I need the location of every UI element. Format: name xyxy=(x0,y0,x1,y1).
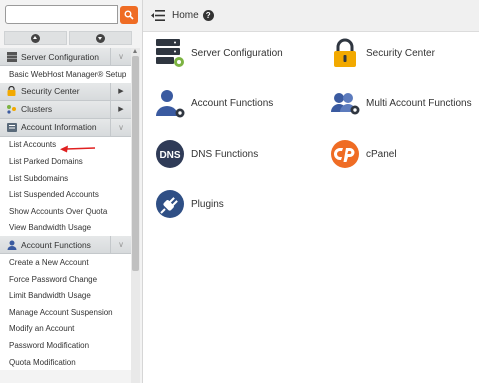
chevron-right-icon[interactable]: ▶ xyxy=(110,82,131,100)
expand-down-icon xyxy=(96,33,105,43)
tile-server-configuration[interactable]: Server Configuration xyxy=(155,38,283,68)
tile-cpanel[interactable]: cPanel xyxy=(330,139,397,169)
breadcrumb-home[interactable]: Home xyxy=(172,10,199,21)
sidebar-item-list-suspended-accounts[interactable]: List Suspended Accounts xyxy=(0,186,131,203)
tile-plugins[interactable]: Plugins xyxy=(155,189,224,219)
nav-category-label: Account Functions xyxy=(21,239,91,250)
top-bar: Home ? xyxy=(143,0,479,32)
nav-category-label: Account Information xyxy=(21,122,97,133)
scroll-up-icon[interactable] xyxy=(133,49,137,53)
tile-dns-functions[interactable]: DNS DNS Functions xyxy=(155,139,258,169)
dns-icon: DNS xyxy=(155,139,185,169)
collapse-all-button[interactable] xyxy=(4,31,67,45)
sidebar-item-show-accounts-over-quota[interactable]: Show Accounts Over Quota xyxy=(0,202,131,220)
nav-category-label: Security Center xyxy=(21,86,80,97)
tile-label: Plugins xyxy=(191,198,224,210)
tile-account-functions[interactable]: Account Functions xyxy=(155,88,273,118)
nav-category-account-functions[interactable]: Account Functions ∨ xyxy=(0,236,131,255)
sidebar-scrollbar[interactable] xyxy=(131,48,140,383)
nav-category-label: Clusters xyxy=(21,104,53,115)
sidebar-item-password-modification[interactable]: Password Modification xyxy=(0,337,131,354)
sidebar-item-list-subdomains[interactable]: List Subdomains xyxy=(0,169,131,187)
sidebar-item-quota-modification[interactable]: Quota Modification xyxy=(0,353,131,371)
sidebar-item-manage-account-suspension[interactable]: Manage Account Suspension xyxy=(0,303,131,321)
nav-category-clusters[interactable]: Clusters ▶ xyxy=(0,100,131,119)
cpanel-icon xyxy=(330,139,360,169)
tile-label: Account Functions xyxy=(191,97,274,109)
sidebar-item-create-new-account[interactable]: Create a New Account xyxy=(0,254,131,271)
nav-category-label: Server Configuration xyxy=(21,51,99,62)
tile-multi-account-functions[interactable]: Multi Account Functions xyxy=(330,88,472,118)
sidebar-item-basic-setup[interactable]: Basic WebHost Manager® Setup xyxy=(0,66,131,83)
collapse-up-icon xyxy=(31,33,40,43)
sidebar-search xyxy=(5,5,138,26)
collapse-expand-controls xyxy=(3,31,133,45)
sidebar-nav: Server Configuration ∨ Basic WebHost Man… xyxy=(0,48,131,371)
sidebar-item-modify-an-account[interactable]: Modify an Account xyxy=(0,320,131,338)
lock-icon xyxy=(330,38,360,68)
chevron-right-icon[interactable]: ▶ xyxy=(110,100,131,118)
lock-icon xyxy=(6,86,17,97)
account-functions-icon xyxy=(155,88,185,118)
tile-label: Server Configuration xyxy=(191,47,283,59)
tile-label: Security Center xyxy=(366,47,435,59)
search-button[interactable] xyxy=(120,6,138,24)
scrollbar-thumb[interactable] xyxy=(132,56,139,271)
tile-label: DNS Functions xyxy=(191,148,259,160)
account-info-icon xyxy=(6,122,17,133)
chevron-down-icon[interactable]: ∨ xyxy=(110,236,131,254)
search-input[interactable] xyxy=(5,5,118,24)
clusters-icon xyxy=(6,104,17,115)
sidebar: Server Configuration ∨ Basic WebHost Man… xyxy=(0,0,143,383)
tile-label: cPanel xyxy=(366,148,397,160)
search-icon xyxy=(124,10,134,20)
tile-security-center[interactable]: Security Center xyxy=(330,38,435,68)
dns-icon-text: DNS xyxy=(159,150,180,161)
sidebar-item-list-parked-domains[interactable]: List Parked Domains xyxy=(0,153,131,170)
chevron-down-icon[interactable]: ∨ xyxy=(110,118,131,136)
collapse-menu-icon xyxy=(151,10,165,21)
nav-category-server-configuration[interactable]: Server Configuration ∨ xyxy=(0,48,131,66)
nav-category-security-center[interactable]: Security Center ▶ xyxy=(0,82,131,101)
annotation-arrow-icon xyxy=(60,145,96,153)
sidebar-item-force-password-change[interactable]: Force Password Change xyxy=(0,270,131,288)
server-configuration-icon xyxy=(155,38,185,68)
server-icon xyxy=(6,51,17,62)
chevron-down-icon[interactable]: ∨ xyxy=(110,48,131,65)
multi-account-icon xyxy=(330,88,360,118)
sidebar-item-view-bandwidth-usage[interactable]: View Bandwidth Usage xyxy=(0,219,131,237)
help-icon[interactable]: ? xyxy=(202,10,214,21)
user-icon xyxy=(6,239,17,250)
plug-icon xyxy=(155,189,185,219)
tile-label: Multi Account Functions xyxy=(366,97,472,109)
menu-toggle-button[interactable] xyxy=(147,5,169,27)
sidebar-item-limit-bandwidth-usage[interactable]: Limit Bandwidth Usage xyxy=(0,287,131,304)
expand-all-button[interactable] xyxy=(69,31,132,45)
nav-category-account-information[interactable]: Account Information ∨ xyxy=(0,118,131,137)
